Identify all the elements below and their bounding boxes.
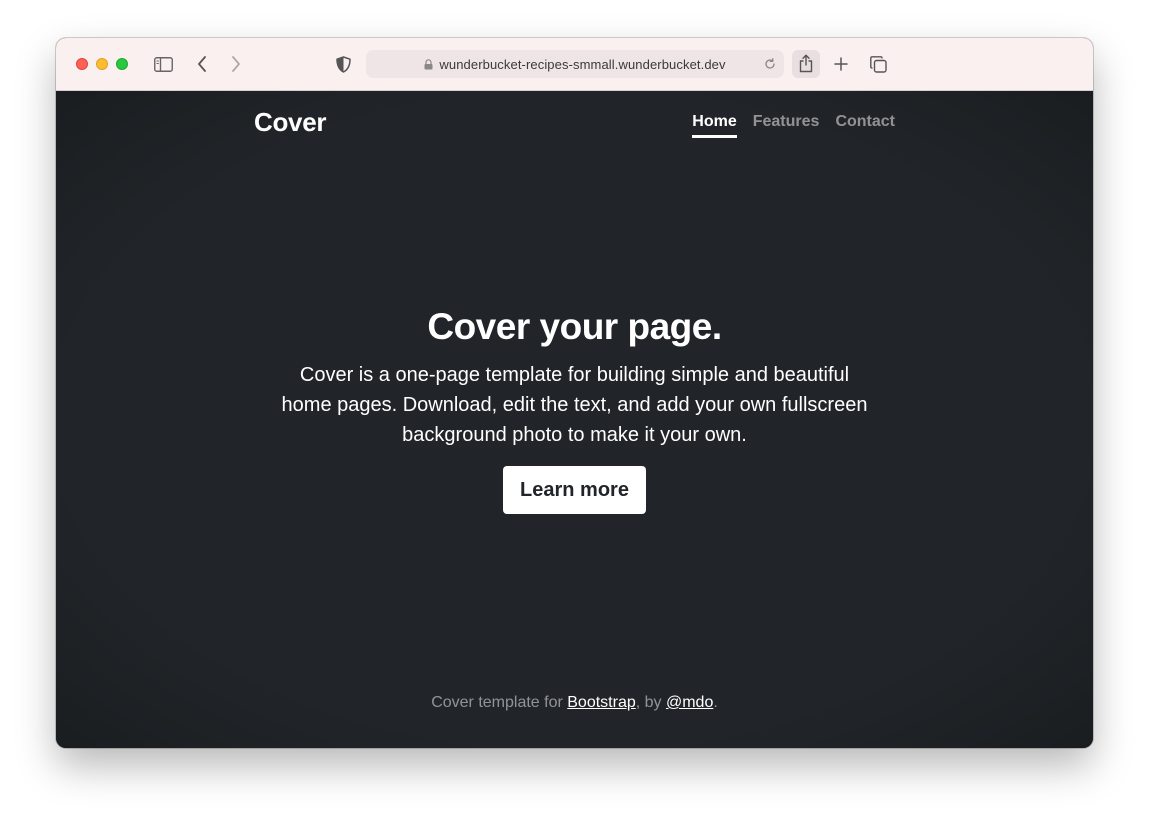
tabs-overview-icon[interactable] bbox=[868, 54, 888, 74]
mdo-link[interactable]: @mdo bbox=[666, 694, 713, 711]
footer: Cover template for Bootstrap, by @mdo. bbox=[56, 694, 1093, 712]
reload-icon[interactable] bbox=[764, 58, 776, 70]
address-bar[interactable]: wunderbucket-recipes-smmall.wunderbucket… bbox=[366, 50, 784, 78]
sidebar-icon[interactable] bbox=[152, 54, 174, 74]
hero-section: Cover your page. Cover is a one-page tem… bbox=[56, 306, 1093, 514]
new-tab-icon[interactable] bbox=[832, 55, 850, 73]
url-text: wunderbucket-recipes-smmall.wunderbucket… bbox=[439, 56, 726, 72]
browser-toolbar: wunderbucket-recipes-smmall.wunderbucket… bbox=[56, 38, 1093, 91]
bootstrap-link[interactable]: Bootstrap bbox=[567, 694, 635, 711]
share-icon bbox=[799, 54, 813, 73]
share-button[interactable] bbox=[792, 50, 820, 78]
forward-icon[interactable] bbox=[228, 54, 244, 74]
hero-title: Cover your page. bbox=[427, 306, 722, 347]
minimize-window-button[interactable] bbox=[96, 58, 108, 70]
brand-logo[interactable]: Cover bbox=[254, 107, 327, 138]
footer-prefix: Cover template for bbox=[431, 694, 568, 711]
footer-suffix: . bbox=[713, 694, 718, 711]
main-nav: Home Features Contact bbox=[692, 113, 895, 138]
nav-home[interactable]: Home bbox=[692, 113, 737, 138]
zoom-window-button[interactable] bbox=[116, 58, 128, 70]
close-window-button[interactable] bbox=[76, 58, 88, 70]
nav-contact[interactable]: Contact bbox=[835, 113, 895, 138]
nav-features[interactable]: Features bbox=[753, 113, 820, 138]
learn-more-button[interactable]: Learn more bbox=[503, 466, 646, 514]
hero-lead: Cover is a one-page template for buildin… bbox=[281, 364, 868, 446]
page-content: Cover Home Features Contact Cover your p… bbox=[56, 91, 1093, 748]
footer-middle: , by bbox=[635, 694, 666, 711]
back-icon[interactable] bbox=[194, 54, 210, 74]
lock-icon bbox=[424, 58, 433, 70]
shield-icon[interactable] bbox=[334, 54, 352, 74]
browser-window: wunderbucket-recipes-smmall.wunderbucket… bbox=[56, 38, 1093, 748]
